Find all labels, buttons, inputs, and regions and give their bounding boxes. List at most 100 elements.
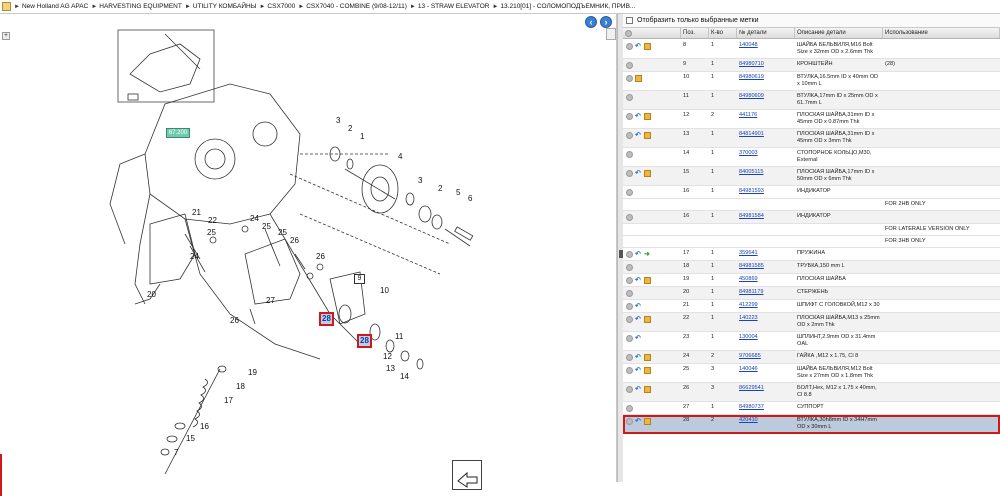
replace-arrow-icon[interactable]: ↶ (635, 386, 642, 393)
replace-arrow-icon[interactable]: ↶ (635, 335, 642, 342)
home-icon[interactable] (2, 2, 11, 11)
part-number-link[interactable]: 140048 (737, 40, 795, 58)
part-number-link[interactable]: 84981585 (737, 261, 795, 273)
column-header-part-number[interactable]: № детали (737, 28, 795, 38)
table-row-selected[interactable]: ↶ 28 2 420410 ВТУЛКА,30h8mm ID x 34H7mm OD x… (623, 415, 1000, 434)
column-header-qty[interactable]: К-во (709, 28, 737, 38)
callout-label[interactable]: 26 (230, 316, 239, 325)
next-page-arrow-icon[interactable] (452, 460, 482, 490)
callout-label[interactable]: 7 (174, 448, 178, 457)
replace-arrow-icon[interactable]: ↶ (635, 132, 642, 139)
table-row[interactable]: 20 1 84981179 СТЕРЖЕНЬ (623, 287, 1000, 300)
part-number-link[interactable]: 84981593 (737, 186, 795, 198)
part-number-link[interactable]: 84814901 (737, 129, 795, 147)
table-row[interactable]: ↶ 24 2 9706685 ГАЙКА ,M12 x 1.75, Cl 8 (623, 351, 1000, 364)
info-icon[interactable] (626, 94, 633, 101)
callout-label[interactable]: 1 (360, 132, 364, 141)
part-number-link[interactable]: 86629541 (737, 383, 795, 401)
info-icon[interactable] (626, 290, 633, 297)
package-icon[interactable] (644, 277, 651, 284)
table-row[interactable]: ↶ ➜ 17 1 359641 ПРУЖИНА (623, 248, 1000, 261)
package-icon[interactable] (644, 418, 651, 425)
package-icon[interactable] (644, 132, 651, 139)
package-icon[interactable] (644, 316, 651, 323)
part-number-link[interactable]: 140223 (737, 313, 795, 331)
part-number-link[interactable]: 84980710 (737, 59, 795, 71)
callout-label[interactable]: 25 (278, 228, 287, 237)
table-row[interactable]: ↶ 25 3 140046 ШАЙБА БЕЛЬВИЛЯ,M12 Bolt Size x… (623, 364, 1000, 383)
settings-icon[interactable] (625, 30, 632, 37)
callout-label[interactable]: 22 (208, 216, 217, 225)
column-header-description[interactable]: Описание детали (795, 28, 883, 38)
info-icon[interactable] (626, 405, 633, 412)
callout-label[interactable]: 15 (186, 434, 195, 443)
package-icon[interactable] (635, 75, 642, 82)
info-icon[interactable] (626, 354, 633, 361)
part-number-link[interactable]: 130004 (737, 332, 795, 350)
replace-arrow-icon[interactable]: ↶ (635, 277, 642, 284)
part-number-link[interactable]: 441176 (737, 110, 795, 128)
info-icon[interactable] (626, 418, 633, 425)
part-number-link[interactable]: 84980609 (737, 91, 795, 109)
breadcrumb-item[interactable]: CSX7000 (267, 3, 295, 10)
callout-label[interactable]: 21 (192, 208, 201, 217)
part-number-link[interactable]: 450869 (737, 274, 795, 286)
callout-label[interactable]: 25 (262, 222, 271, 231)
column-header-pos[interactable]: Поз. (681, 28, 709, 38)
table-row[interactable]: 16 1 84981584 ИНДИКАТОР (623, 211, 1000, 224)
callout-label[interactable]: 3 (336, 116, 340, 125)
highlighted-callout-28[interactable]: 28 (357, 334, 372, 348)
info-icon[interactable] (626, 277, 633, 284)
callout-label[interactable]: 27 (266, 296, 275, 305)
package-icon[interactable] (644, 386, 651, 393)
table-row[interactable]: ↶ 19 1 450869 ПЛОСКАЯ ШАЙБА (623, 274, 1000, 287)
table-row[interactable]: 10 1 84980619 ВТУЛКА,16.5mm ID x 40mm OD x … (623, 72, 1000, 91)
replace-arrow-icon[interactable]: ↶ (635, 170, 642, 177)
forward-arrow-icon[interactable]: ➜ (644, 251, 651, 258)
callout-label[interactable]: 24 (250, 214, 259, 223)
callout-label[interactable]: 16 (200, 422, 209, 431)
info-icon[interactable] (626, 367, 633, 374)
exploded-diagram-pane[interactable]: ‹ › + 3 2 1 4 3 2 5 6 21 22 24 25 25 26 … (0, 14, 617, 496)
info-icon[interactable] (626, 75, 633, 82)
part-number-link[interactable]: 84005115 (737, 167, 795, 185)
info-icon[interactable] (626, 264, 633, 271)
breadcrumb-item[interactable]: CSX7040 - COMBINE (9/08-12/11) (306, 3, 407, 10)
info-icon[interactable] (626, 151, 633, 158)
callout-label[interactable]: 10 (380, 286, 389, 295)
highlighted-callout-28[interactable]: 28 (319, 312, 334, 326)
table-row[interactable]: ↶ 13 1 84814901 ПЛОСКАЯ ШАЙБА,31mm ID x 45mm… (623, 129, 1000, 148)
callout-label[interactable]: 3 (418, 176, 422, 185)
part-number-link[interactable]: 370003 (737, 148, 795, 166)
breadcrumb-item-current[interactable]: 13.210[01] - СОЛОМОПОДЪЕМНИК, ПРИВ... (500, 3, 635, 10)
table-row[interactable]: 9 1 84980710 КРОНШТЕЙН (28) (623, 59, 1000, 72)
package-icon[interactable] (644, 170, 651, 177)
boxed-callout[interactable]: 9 (354, 274, 365, 284)
column-header-usage[interactable]: Использование (883, 28, 1000, 38)
info-icon[interactable] (626, 386, 633, 393)
info-icon[interactable] (626, 316, 633, 323)
replace-arrow-icon[interactable]: ↶ (635, 113, 642, 120)
table-row[interactable]: 11 1 84980609 ВТУЛКА,17mm ID x 25mm OD x 61… (623, 91, 1000, 110)
part-number-link[interactable]: 84981584 (737, 211, 795, 223)
callout-label[interactable]: 20 (147, 290, 156, 299)
info-icon[interactable] (626, 189, 633, 196)
callout-label[interactable]: 5 (456, 188, 460, 197)
table-row[interactable]: 16 1 84981593 ИНДИКАТОР (623, 186, 1000, 199)
callout-label[interactable]: 2 (348, 124, 352, 133)
replace-arrow-icon[interactable]: ↶ (635, 367, 642, 374)
breadcrumb-item[interactable]: 13 - STRAW ELEVATOR (418, 3, 490, 10)
callout-label[interactable]: 2 (438, 184, 442, 193)
info-icon[interactable] (626, 132, 633, 139)
callout-label[interactable]: 26 (290, 236, 299, 245)
callout-label[interactable]: 6 (468, 194, 472, 203)
info-icon[interactable] (626, 62, 633, 69)
package-icon[interactable] (644, 113, 651, 120)
info-icon[interactable] (626, 113, 633, 120)
callout-label[interactable]: 24 (190, 252, 199, 261)
part-number-link[interactable]: 412299 (737, 300, 795, 312)
info-icon[interactable] (626, 251, 633, 258)
callout-label[interactable]: 19 (248, 368, 257, 377)
table-row[interactable]: 27 1 84980737 СУППОРТ (623, 402, 1000, 415)
callout-label[interactable]: 13 (386, 364, 395, 373)
